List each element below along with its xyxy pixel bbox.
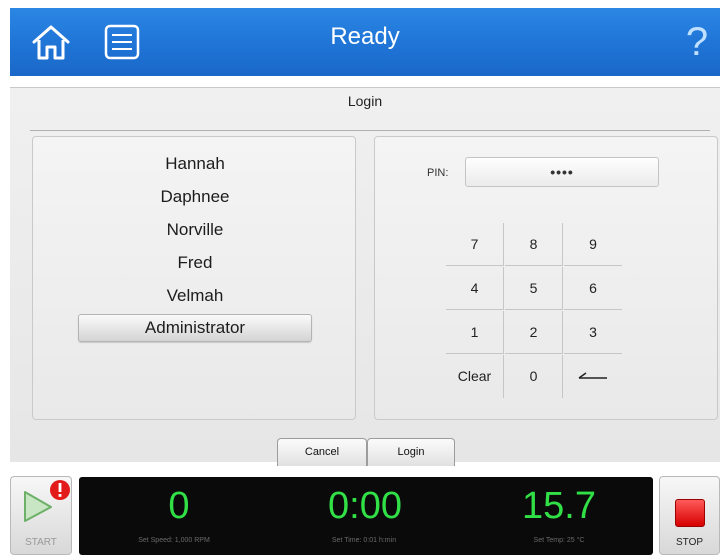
- top-bar: Ready ?: [10, 8, 720, 76]
- user-item-hannah[interactable]: Hannah: [78, 149, 312, 179]
- user-item-daphnee[interactable]: Daphnee: [78, 182, 312, 212]
- key-clear[interactable]: Clear: [446, 355, 504, 398]
- app-root: Ready ? Login Hannah Daphnee Norville Fr…: [0, 0, 720, 555]
- temp-readout: 15.7: [522, 485, 596, 527]
- pin-input[interactable]: ••••: [465, 157, 659, 187]
- stop-icon: [675, 499, 705, 527]
- time-readout: 0:00: [328, 485, 402, 527]
- user-list: Hannah Daphnee Norville Fred Velmah Admi…: [32, 136, 356, 420]
- pin-panel: PIN: •••• 7 8 9 4 5 6 1 2 3 Clear 0: [374, 136, 718, 420]
- play-icon: [24, 480, 70, 522]
- login-dialog: Login Hannah Daphnee Norville Fred Velma…: [10, 87, 720, 466]
- start-label: START: [25, 537, 57, 548]
- set-speed-text: Set Speed: 1,000 RPM: [138, 537, 210, 544]
- user-item-fred[interactable]: Fred: [78, 248, 312, 278]
- speed-readout: 0: [168, 485, 190, 527]
- user-item-norville[interactable]: Norville: [78, 215, 312, 245]
- key-5[interactable]: 5: [505, 267, 563, 310]
- key-9[interactable]: 9: [564, 223, 622, 266]
- set-temp-text: Set Temp: 25 °C: [533, 537, 585, 544]
- run-control-bar: START 0 Set Speed: 1,000 RPM 0:00 Set Ti…: [0, 468, 720, 555]
- login-button[interactable]: Login: [367, 438, 455, 466]
- key-4[interactable]: 4: [446, 267, 504, 310]
- help-icon: ?: [685, 20, 709, 64]
- stop-label: STOP: [675, 537, 704, 548]
- run-display: 0 Set Speed: 1,000 RPM 0:00 Set Time: 0:…: [79, 477, 653, 555]
- status-title: Ready: [330, 23, 400, 50]
- key-backspace[interactable]: [564, 355, 622, 398]
- backspace-arrow-icon: [578, 372, 607, 379]
- set-time-text: Set Time: 0:01 h:min: [331, 537, 397, 544]
- title-divider: [30, 130, 710, 131]
- key-1[interactable]: 1: [446, 311, 504, 354]
- help-button[interactable]: ?: [682, 18, 712, 66]
- key-0[interactable]: 0: [505, 355, 563, 398]
- pin-label: PIN:: [427, 167, 449, 179]
- user-item-administrator[interactable]: Administrator: [78, 314, 312, 342]
- dialog-title: Login: [347, 93, 383, 109]
- user-item-velmah[interactable]: Velmah: [78, 281, 312, 311]
- key-2[interactable]: 2: [505, 311, 563, 354]
- stop-button[interactable]: STOP: [659, 476, 720, 555]
- key-3[interactable]: 3: [564, 311, 622, 354]
- start-button[interactable]: START: [10, 476, 72, 555]
- key-7[interactable]: 7: [446, 223, 504, 266]
- key-6[interactable]: 6: [564, 267, 622, 310]
- cancel-button[interactable]: Cancel: [277, 438, 367, 466]
- key-8[interactable]: 8: [505, 223, 563, 266]
